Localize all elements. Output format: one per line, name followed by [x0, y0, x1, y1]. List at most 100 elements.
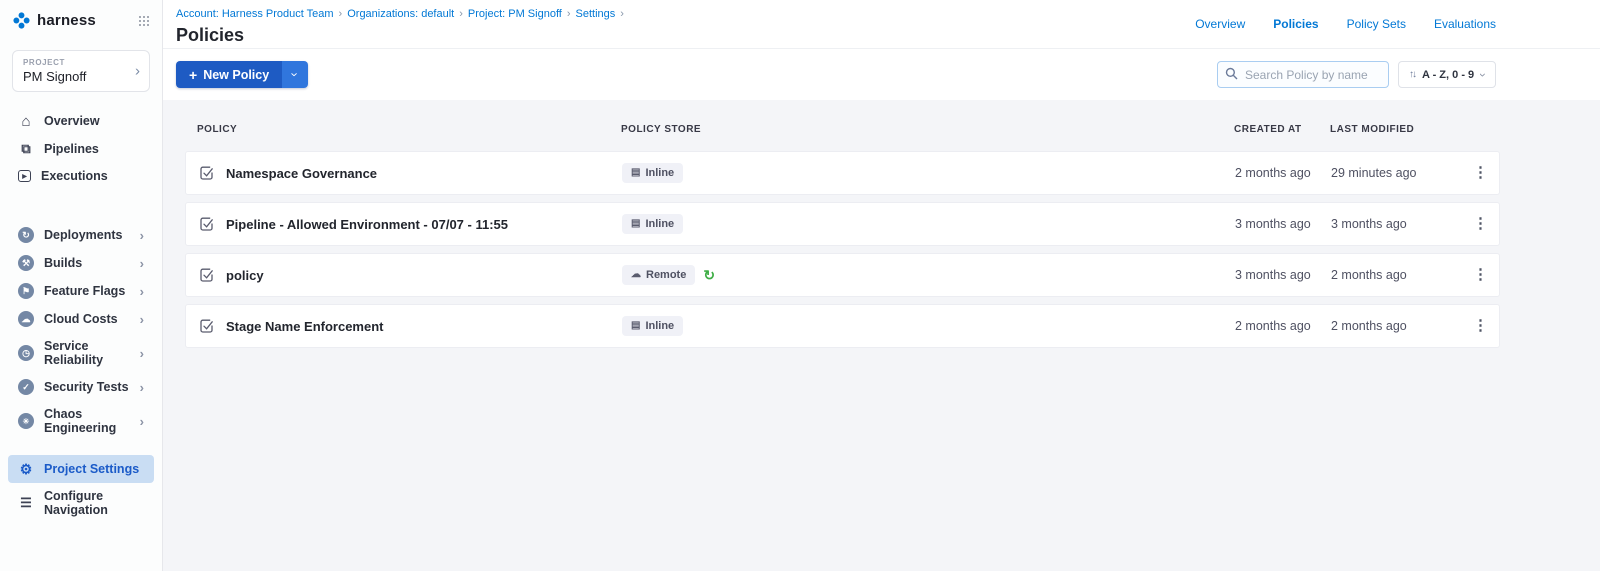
sort-dropdown[interactable]: A - Z, 0 - 9	[1398, 61, 1496, 88]
sidebar-item-feature-flags[interactable]: Feature Flags	[8, 277, 154, 305]
breadcrumb-link[interactable]: Organizations: default	[347, 8, 454, 20]
policy-icon	[198, 216, 215, 233]
policy-name: policy	[226, 268, 264, 283]
app-grid-icon[interactable]	[138, 15, 150, 27]
sidebar-item-deployments[interactable]: Deployments	[8, 221, 154, 249]
policy-tab-link[interactable]: Evaluations	[1434, 17, 1496, 31]
table-row[interactable]: Pipeline - Allowed Environment - 07/07 -…	[185, 202, 1500, 246]
policy-name: Stage Name Enforcement	[226, 319, 384, 334]
gear-icon	[18, 461, 34, 477]
new-policy-dropdown-button[interactable]	[282, 61, 308, 88]
sidebar-item-executions[interactable]: Executions	[8, 163, 154, 189]
store-type-icon	[631, 321, 640, 331]
breadcrumb-separator-icon	[567, 8, 571, 20]
policy-store-badge: Inline	[622, 316, 683, 336]
sidebar-item-label: Service Reliability	[44, 339, 130, 367]
policy-name: Pipeline - Allowed Environment - 07/07 -…	[226, 217, 508, 232]
builds-icon	[18, 255, 34, 271]
toolbar: New Policy A - Z, 0 - 9	[176, 61, 1496, 88]
column-header-last-modified: LAST MODIFIED	[1330, 124, 1472, 135]
sidebar-item-builds[interactable]: Builds	[8, 249, 154, 277]
last-modified: 3 months ago	[1331, 217, 1473, 231]
project-label: PROJECT	[23, 58, 127, 67]
created-at: 3 months ago	[1235, 268, 1331, 282]
sidebar-item-label: Configure Navigation	[44, 489, 144, 517]
last-modified: 2 months ago	[1331, 319, 1473, 333]
feature-flags-icon	[18, 283, 34, 299]
cloud-costs-icon	[18, 311, 34, 327]
table-header-row: POLICY POLICY STORE CREATED AT LAST MODI…	[185, 114, 1500, 144]
store-type-icon	[631, 168, 640, 178]
created-at: 2 months ago	[1235, 319, 1331, 333]
table-row[interactable]: Stage Name Enforcement Inline 2 months a…	[185, 304, 1500, 348]
policies-table: POLICY POLICY STORE CREATED AT LAST MODI…	[185, 114, 1500, 348]
sidebar-item-security-tests[interactable]: Security Tests	[8, 373, 154, 401]
project-selector[interactable]: PROJECT PM Signoff	[12, 50, 150, 92]
sidebar: harness PROJECT PM Signoff Overview Pipe…	[0, 0, 163, 571]
table-row[interactable]: Namespace Governance Inline 2 months ago…	[185, 151, 1500, 195]
project-name: PM Signoff	[23, 69, 127, 84]
chevron-right-icon	[140, 347, 144, 360]
store-label: Inline	[645, 167, 674, 179]
column-header-created-at: CREATED AT	[1234, 124, 1330, 135]
sidebar-item-label: Pipelines	[44, 142, 99, 156]
policy-icon	[198, 267, 215, 284]
row-menu-button[interactable]	[1473, 263, 1497, 287]
store-type-icon	[631, 219, 640, 229]
policy-name-cell: Pipeline - Allowed Environment - 07/07 -…	[198, 216, 622, 233]
chevron-right-icon	[140, 229, 144, 242]
policy-tab-link[interactable]: Policies	[1273, 17, 1318, 31]
last-modified: 2 months ago	[1331, 268, 1473, 282]
breadcrumb-link[interactable]: Account: Harness Product Team	[176, 8, 334, 20]
sidebar-item-pipelines[interactable]: Pipelines	[8, 135, 154, 163]
policy-icon	[198, 318, 215, 335]
policy-tabs: Overview Policies Policy Sets Evaluation…	[1195, 17, 1496, 31]
sidebar-item-label: Security Tests	[44, 380, 129, 394]
pipelines-icon	[18, 141, 34, 157]
sidebar-item-label: Overview	[44, 114, 100, 128]
sidebar-item-chaos-engineering[interactable]: Chaos Engineering	[8, 401, 154, 441]
home-icon	[18, 113, 34, 129]
sidebar-item-label: Deployments	[44, 228, 123, 242]
new-policy-label: New Policy	[203, 68, 269, 82]
row-menu-button[interactable]	[1473, 161, 1497, 185]
chevron-down-icon	[1476, 73, 1490, 77]
row-menu-button[interactable]	[1473, 212, 1497, 236]
deployments-icon	[18, 227, 34, 243]
last-modified: 29 minutes ago	[1331, 166, 1473, 180]
row-menu-button[interactable]	[1473, 314, 1497, 338]
store-label: Inline	[645, 218, 674, 230]
policy-name-cell: Stage Name Enforcement	[198, 318, 622, 335]
table-row[interactable]: policy Remote 3 months ago 2 months ago	[185, 253, 1500, 297]
toolbar-right: A - Z, 0 - 9	[1217, 61, 1496, 88]
main-content: Account: Harness Product Team Organizati…	[163, 0, 1600, 571]
service-reliability-icon	[18, 345, 34, 361]
search-box	[1217, 61, 1389, 88]
sidebar-item-project-settings[interactable]: Project Settings	[8, 455, 154, 483]
breadcrumb-link[interactable]: Project: PM Signoff	[468, 8, 562, 20]
new-policy-button[interactable]: New Policy	[176, 61, 282, 88]
sidebar-item-service-reliability[interactable]: Service Reliability	[8, 333, 154, 373]
policy-store-cell: Inline	[622, 214, 1235, 234]
sidebar-item-configure-navigation[interactable]: Configure Navigation	[8, 483, 154, 523]
sidebar-item-label: Feature Flags	[44, 284, 125, 298]
policy-name-cell: policy	[198, 267, 622, 284]
sidebar-item-cloud-costs[interactable]: Cloud Costs	[8, 305, 154, 333]
policy-store-cell: Inline	[622, 163, 1235, 183]
search-input[interactable]	[1217, 61, 1389, 88]
chevron-down-icon	[289, 72, 302, 76]
policy-tab-link[interactable]: Policy Sets	[1347, 17, 1406, 31]
breadcrumb-link[interactable]: Settings	[576, 8, 616, 20]
policy-store-badge: Inline	[622, 163, 683, 183]
sidebar-item-label: Project Settings	[44, 462, 139, 476]
logo-text: harness	[37, 12, 96, 29]
git-synced-icon	[703, 268, 715, 282]
policy-tab-link[interactable]: Overview	[1195, 17, 1245, 31]
store-type-icon	[631, 270, 641, 280]
policy-icon	[198, 165, 215, 182]
hamburger-icon	[18, 495, 34, 511]
sidebar-item-overview[interactable]: Overview	[8, 107, 154, 135]
sort-arrows-icon	[1409, 69, 1415, 80]
sidebar-item-label: Builds	[44, 256, 82, 270]
sidebar-item-label: Chaos Engineering	[44, 407, 130, 435]
